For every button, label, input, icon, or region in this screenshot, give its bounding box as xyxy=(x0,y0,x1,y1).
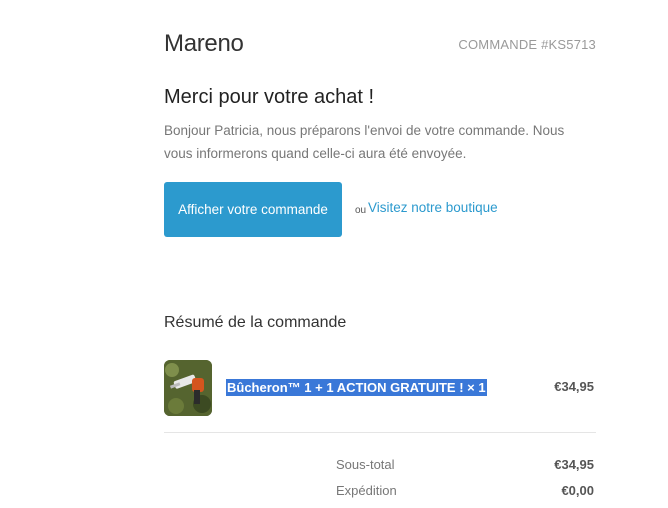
thank-you-title: Merci pour votre achat ! xyxy=(164,86,375,108)
subtotal-label: Sous-total xyxy=(336,457,395,472)
subtotal-value: €34,95 xyxy=(554,457,594,472)
shop-name: Mareno xyxy=(164,30,244,57)
shipping-row: Expédition €0,00 xyxy=(336,483,596,501)
subtotal-row: Sous-total €34,95 xyxy=(336,457,596,475)
or-label: ou xyxy=(355,205,367,216)
intro-text: Bonjour Patricia, nous préparons l'envoi… xyxy=(164,123,565,161)
divider xyxy=(164,432,596,433)
order-number: COMMANDE #KS5713 xyxy=(458,37,596,52)
item-title: Bûcheron™ 1 + 1 ACTION GRATUITE ! × 1 xyxy=(226,379,487,396)
view-order-button[interactable]: Afficher votre commande xyxy=(164,182,342,237)
shipping-label: Expédition xyxy=(336,483,397,498)
order-summary-title: Résumé de la commande xyxy=(164,314,347,331)
product-thumbnail-icon xyxy=(164,360,212,416)
visit-shop-link[interactable]: Visitez notre boutique xyxy=(368,200,498,215)
item-price: €34,95 xyxy=(554,379,594,394)
line-item: Bûcheron™ 1 + 1 ACTION GRATUITE ! × 1 €3… xyxy=(164,360,596,416)
email-container: Mareno COMMANDE #KS5713 Merci pour votre… xyxy=(164,0,596,508)
shipping-value: €0,00 xyxy=(561,483,594,498)
header: Mareno COMMANDE #KS5713 xyxy=(164,30,596,60)
